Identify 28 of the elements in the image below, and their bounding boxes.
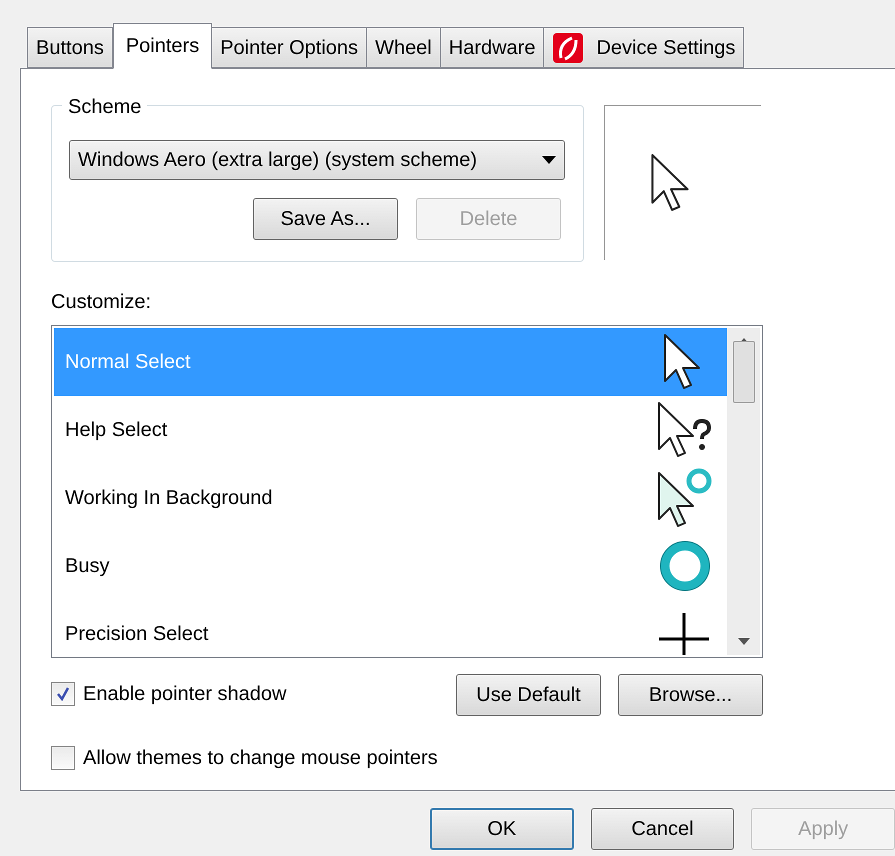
- tab[interactable]: Hardware: [440, 27, 544, 68]
- arrow-cursor-icon: [649, 152, 691, 214]
- scheme-dropdown[interactable]: Windows Aero (extra large) (system scheme): [69, 140, 565, 180]
- list-item[interactable]: Help Select: [54, 396, 727, 464]
- checkbox[interactable]: [51, 682, 75, 706]
- checkbox-label: Allow themes to change mouse pointers: [83, 746, 438, 771]
- scrollbar[interactable]: [727, 328, 760, 655]
- browse-button[interactable]: Browse...: [618, 674, 763, 716]
- list-item[interactable]: Busy: [54, 532, 727, 600]
- scroll-thumb[interactable]: [732, 341, 754, 403]
- tab[interactable]: Pointer Options: [211, 27, 368, 68]
- checkbox-label: Enable pointer shadow: [83, 682, 286, 707]
- tab[interactable]: Buttons: [27, 27, 113, 68]
- customize-label: Customize:: [51, 290, 152, 315]
- checkbox[interactable]: [51, 746, 75, 770]
- scroll-down-icon: [738, 638, 750, 645]
- dropdown-arrow-icon: [542, 156, 556, 164]
- tab[interactable]: Device Settings: [543, 27, 744, 68]
- logo-icon: [552, 32, 584, 64]
- save-as-button[interactable]: Save As...: [253, 198, 398, 240]
- list-item[interactable]: Working In Background: [54, 464, 727, 532]
- ok-button[interactable]: OK: [430, 808, 574, 850]
- use-default-button[interactable]: Use Default: [456, 674, 601, 716]
- list-item[interactable]: Precision Select: [54, 600, 727, 655]
- tab[interactable]: Pointers: [112, 23, 212, 69]
- tab[interactable]: Wheel: [366, 27, 441, 68]
- cancel-button[interactable]: Cancel: [590, 808, 734, 850]
- check-icon: [56, 687, 70, 701]
